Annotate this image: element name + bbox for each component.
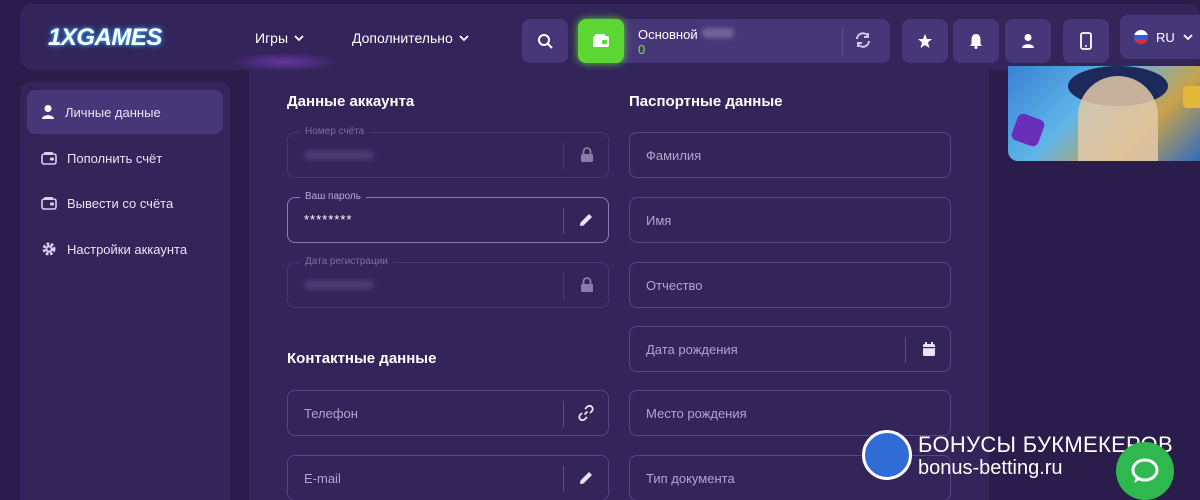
last-name-field[interactable]: Фамилия <box>629 132 951 178</box>
nav-games-label: Игры <box>255 30 289 46</box>
first-name-placeholder: Имя <box>646 213 672 228</box>
search-icon <box>538 34 553 49</box>
birth-date-field[interactable]: Дата рождения <box>629 326 951 372</box>
phone-field[interactable]: Телефон <box>287 390 609 436</box>
divider <box>563 401 564 427</box>
first-name-field[interactable]: Имя <box>629 197 951 243</box>
wallet-icon <box>41 152 57 165</box>
nav-more[interactable]: Дополнительно <box>352 30 469 46</box>
account-number-blurred <box>304 150 374 160</box>
search-button[interactable] <box>522 19 568 63</box>
wallet-icon <box>593 34 609 47</box>
divider <box>563 143 564 169</box>
smartphone-icon <box>1080 32 1092 50</box>
birth-date-placeholder: Дата рождения <box>646 342 738 357</box>
refresh-icon <box>856 32 870 48</box>
sidebar-item-personal-data[interactable]: Личные данные <box>27 90 223 134</box>
refresh-button[interactable] <box>854 31 872 49</box>
field-label: Дата регистрации <box>300 256 393 267</box>
field-label: Ваш пароль <box>300 191 366 202</box>
nav-active-glow <box>230 52 340 72</box>
sidebar-item-label: Настройки аккаунта <box>67 241 188 257</box>
deposit-button[interactable] <box>578 19 624 63</box>
contact-data-title: Контактные данные <box>287 350 437 367</box>
registration-date-field: Дата регистрации <box>287 256 609 308</box>
birth-place-field[interactable]: Место рождения <box>629 390 951 436</box>
logo[interactable]: 1XGAMES <box>48 24 162 52</box>
lock-icon <box>581 277 593 292</box>
divider <box>905 337 906 363</box>
patronymic-field[interactable]: Отчество <box>629 262 951 308</box>
last-name-placeholder: Фамилия <box>646 148 702 163</box>
chat-bubble-icon <box>1131 458 1159 483</box>
banner-character <box>1078 76 1158 161</box>
mobile-app-button[interactable] <box>1063 19 1109 63</box>
sidebar-item-label: Вывести со счёта <box>67 195 174 211</box>
soccer-ball-icon <box>862 430 912 480</box>
chevron-down-icon <box>294 35 304 42</box>
registration-date-blurred <box>304 280 374 290</box>
account-data-title: Данные аккаунта <box>287 93 415 110</box>
language-code: RU <box>1156 29 1175 45</box>
birth-place-placeholder: Место рождения <box>646 406 747 421</box>
sidebar-item-label: Личные данные <box>65 104 161 120</box>
promo-banner[interactable] <box>1008 66 1200 161</box>
divider <box>842 27 843 55</box>
sidebar-item-account-settings[interactable]: Настройки аккаунта <box>27 227 223 271</box>
pencil-icon[interactable] <box>578 470 594 486</box>
chevron-down-icon <box>459 35 469 42</box>
chevron-down-icon <box>1183 34 1193 41</box>
pencil-icon[interactable] <box>578 212 594 228</box>
profile-button[interactable] <box>1005 19 1051 63</box>
link-icon[interactable] <box>578 405 594 421</box>
sidebar-item-withdraw[interactable]: Вывести со счёта <box>27 181 223 225</box>
balance-name: Основной <box>638 27 698 42</box>
nav-games[interactable]: Игры <box>255 30 304 46</box>
bell-icon <box>970 34 982 49</box>
russia-flag-icon <box>1134 30 1148 44</box>
phone-placeholder: Телефон <box>304 406 358 421</box>
banner-gem <box>1183 86 1200 108</box>
document-type-placeholder: Тип документа <box>646 471 735 486</box>
language-selector[interactable]: RU <box>1120 15 1200 59</box>
passport-data-title: Паспортные данные <box>629 93 783 110</box>
sidebar-item-label: Пополнить счёт <box>67 150 163 166</box>
password-value: ******** <box>304 212 353 227</box>
top-header: 1XGAMES Игры Дополнительно Основной 0 <box>20 4 1200 72</box>
favorites-button[interactable] <box>902 19 948 63</box>
divider <box>563 466 564 492</box>
user-icon <box>42 105 54 119</box>
divider <box>563 208 564 234</box>
email-field[interactable]: E-mail <box>287 455 609 500</box>
calendar-icon[interactable] <box>922 341 936 357</box>
user-icon <box>1022 34 1034 48</box>
banner-gem <box>1010 112 1046 148</box>
balance-value: 0 <box>638 42 646 57</box>
wallet-icon <box>41 197 57 210</box>
patronymic-placeholder: Отчество <box>646 278 703 293</box>
divider <box>563 273 564 299</box>
sidebar-item-deposit[interactable]: Пополнить счёт <box>27 136 223 180</box>
support-chat-button[interactable] <box>1116 442 1174 500</box>
email-placeholder: E-mail <box>304 471 341 486</box>
field-label: Номер счёта <box>300 126 370 137</box>
watermark-url: bonus-betting.ru <box>918 457 1063 479</box>
star-icon <box>918 34 932 48</box>
account-sidebar: Личные данные Пополнить счёт Вывести со … <box>20 82 230 500</box>
gear-icon <box>42 242 56 256</box>
password-field[interactable]: Ваш пароль ******** <box>287 191 609 243</box>
nav-more-label: Дополнительно <box>352 30 453 46</box>
balance-currency-blurred <box>702 28 734 38</box>
notifications-button[interactable] <box>953 19 999 63</box>
lock-icon <box>581 147 593 162</box>
account-number-field: Номер счёта <box>287 126 609 178</box>
balance-widget[interactable]: Основной 0 <box>578 19 890 63</box>
